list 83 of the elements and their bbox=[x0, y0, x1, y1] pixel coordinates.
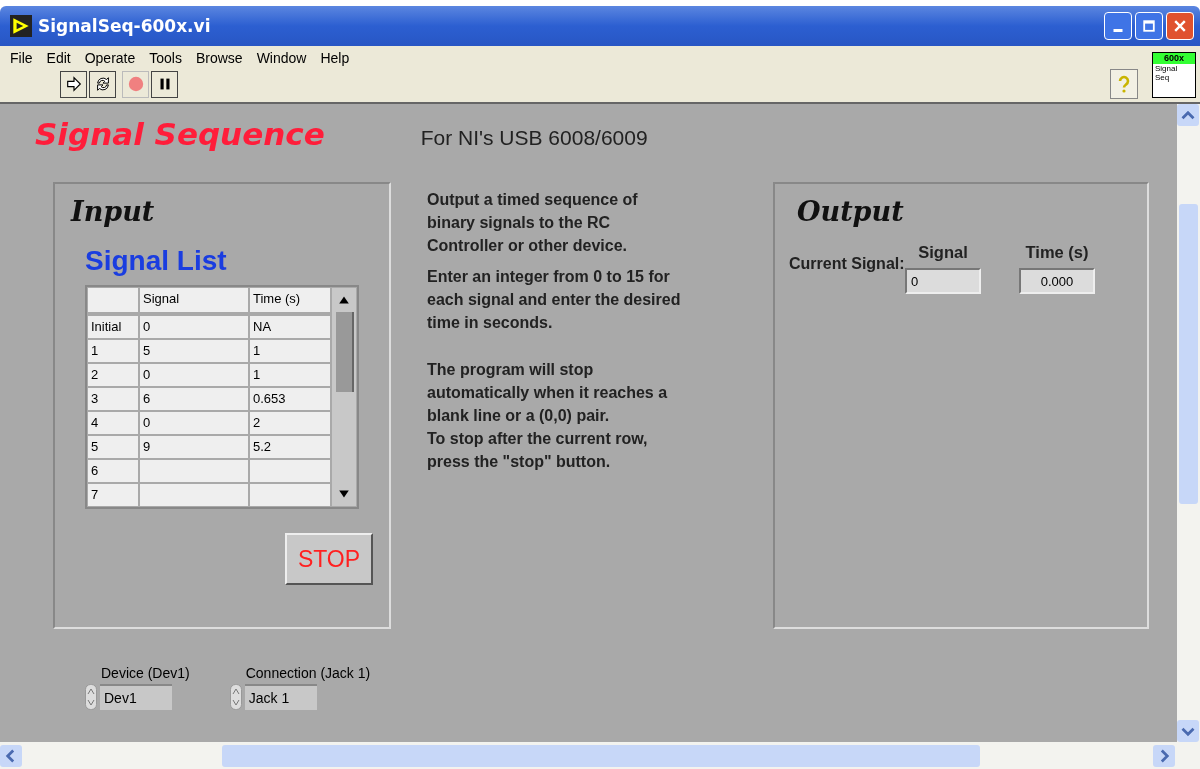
control-label: Connection (Jack 1) bbox=[245, 665, 371, 681]
scroll-down-icon bbox=[338, 488, 350, 500]
indicator-label: Signal bbox=[917, 243, 969, 262]
table-cell[interactable]: 2 bbox=[250, 412, 330, 434]
pause-button[interactable] bbox=[151, 70, 178, 98]
column-header: Time (s) bbox=[250, 288, 330, 312]
menu-item[interactable]: Operate bbox=[84, 50, 136, 66]
indicator-field: 0 bbox=[905, 268, 981, 294]
stop-circle-icon bbox=[126, 75, 145, 93]
menu-item[interactable]: Browse bbox=[195, 50, 243, 66]
spinner-icon[interactable] bbox=[85, 684, 97, 710]
minimize-button[interactable] bbox=[1104, 12, 1132, 40]
section-title: Output bbox=[797, 196, 905, 227]
scroll-up-icon bbox=[1177, 104, 1199, 126]
scroll-thumb[interactable] bbox=[1179, 204, 1198, 504]
instruction-text: The program will stop automatically when it reaches a blank line or a (0,0) pair. bbox=[427, 360, 669, 426]
vi-icon-label: Signal bbox=[1154, 64, 1179, 73]
maximize-icon bbox=[1143, 20, 1155, 32]
table-cell[interactable] bbox=[140, 484, 248, 506]
table-cell[interactable]: 0 bbox=[140, 412, 248, 434]
table-cell[interactable]: 0 bbox=[140, 316, 248, 338]
scroll-thumb[interactable] bbox=[222, 744, 980, 767]
table-cell[interactable]: 0.653 bbox=[250, 388, 330, 410]
current-signal-label: Current Signal: bbox=[789, 254, 905, 274]
table-cell[interactable]: 5 bbox=[140, 340, 248, 362]
scroll-thumb[interactable] bbox=[336, 312, 354, 392]
scroll-right-icon bbox=[1153, 744, 1175, 767]
spinner-icon[interactable] bbox=[229, 684, 242, 710]
panel-title: Signal Sequence bbox=[35, 116, 325, 152]
table-cell[interactable]: 9 bbox=[140, 436, 248, 458]
horizontal-scrollbar[interactable] bbox=[0, 742, 1200, 769]
row-header: Initial bbox=[88, 316, 138, 338]
ring-field[interactable]: Dev1 bbox=[100, 684, 172, 710]
maximize-button[interactable] bbox=[1135, 12, 1163, 40]
table-cell[interactable] bbox=[250, 460, 330, 482]
instruction-text: To stop after the current row, press the "stop" button. bbox=[427, 429, 649, 472]
indicator-label: Time (s) bbox=[1024, 243, 1090, 262]
window-title: SignalSeq-600x.vi bbox=[38, 16, 212, 36]
menu-item[interactable]: Edit bbox=[46, 50, 71, 66]
section-title: Input bbox=[71, 196, 156, 227]
minimize-icon bbox=[1113, 28, 1123, 32]
vi-icon-badge: 600x bbox=[1153, 53, 1195, 64]
table-cell[interactable] bbox=[140, 460, 248, 482]
instruction-text: Enter an integer from 0 to 15 for each signal and enter the desired time in seconds. bbox=[427, 267, 682, 333]
scroll-left-icon bbox=[0, 744, 22, 767]
table-cell[interactable]: 1 bbox=[250, 340, 330, 362]
menu-item[interactable]: Window bbox=[256, 50, 307, 66]
arrow-icon bbox=[64, 75, 83, 93]
close-button[interactable] bbox=[1166, 12, 1194, 40]
table-scrollbar[interactable] bbox=[332, 288, 356, 506]
vertical-scrollbar[interactable] bbox=[1177, 104, 1200, 742]
row-header: 7 bbox=[88, 484, 138, 506]
row-header: 5 bbox=[88, 436, 138, 458]
table-cell[interactable]: 1 bbox=[250, 364, 330, 386]
table-cell[interactable]: 0 bbox=[140, 364, 248, 386]
row-header: 1 bbox=[88, 340, 138, 362]
menu-item[interactable]: File bbox=[10, 50, 33, 66]
vi-icon-label: Seq bbox=[1154, 73, 1171, 82]
help-button[interactable] bbox=[1110, 69, 1138, 99]
table-label: Signal List bbox=[85, 245, 228, 277]
instruction-text: Output a timed sequence of binary signals to the RC Controller or other device. bbox=[427, 190, 639, 256]
row-header: 2 bbox=[88, 364, 138, 386]
ring-field[interactable]: Jack 1 bbox=[244, 684, 317, 710]
panel-subtitle: For NI's USB 6008/6009 bbox=[420, 126, 648, 151]
table-cell[interactable]: 5.2 bbox=[250, 436, 330, 458]
table-cell[interactable] bbox=[250, 484, 330, 506]
row-header: 4 bbox=[88, 412, 138, 434]
row-header: 3 bbox=[88, 388, 138, 410]
table-cell[interactable]: 6 bbox=[140, 388, 248, 410]
control-label: Device (Dev1) bbox=[101, 665, 190, 681]
run-button[interactable] bbox=[60, 70, 87, 98]
menu-item[interactable]: Tools bbox=[149, 50, 182, 66]
scroll-up-icon bbox=[338, 294, 350, 306]
menu-item[interactable]: Help bbox=[320, 50, 350, 66]
row-header: 6 bbox=[88, 460, 138, 482]
play-arrow-icon bbox=[10, 15, 32, 37]
scroll-down-icon bbox=[1177, 720, 1199, 742]
run-continuously-button[interactable] bbox=[89, 70, 116, 98]
indicator-field: 0.000 bbox=[1019, 268, 1095, 294]
table-cell[interactable]: NA bbox=[250, 316, 330, 338]
close-icon bbox=[1174, 20, 1186, 32]
table-corner bbox=[88, 288, 138, 312]
column-header: Signal bbox=[140, 288, 248, 312]
